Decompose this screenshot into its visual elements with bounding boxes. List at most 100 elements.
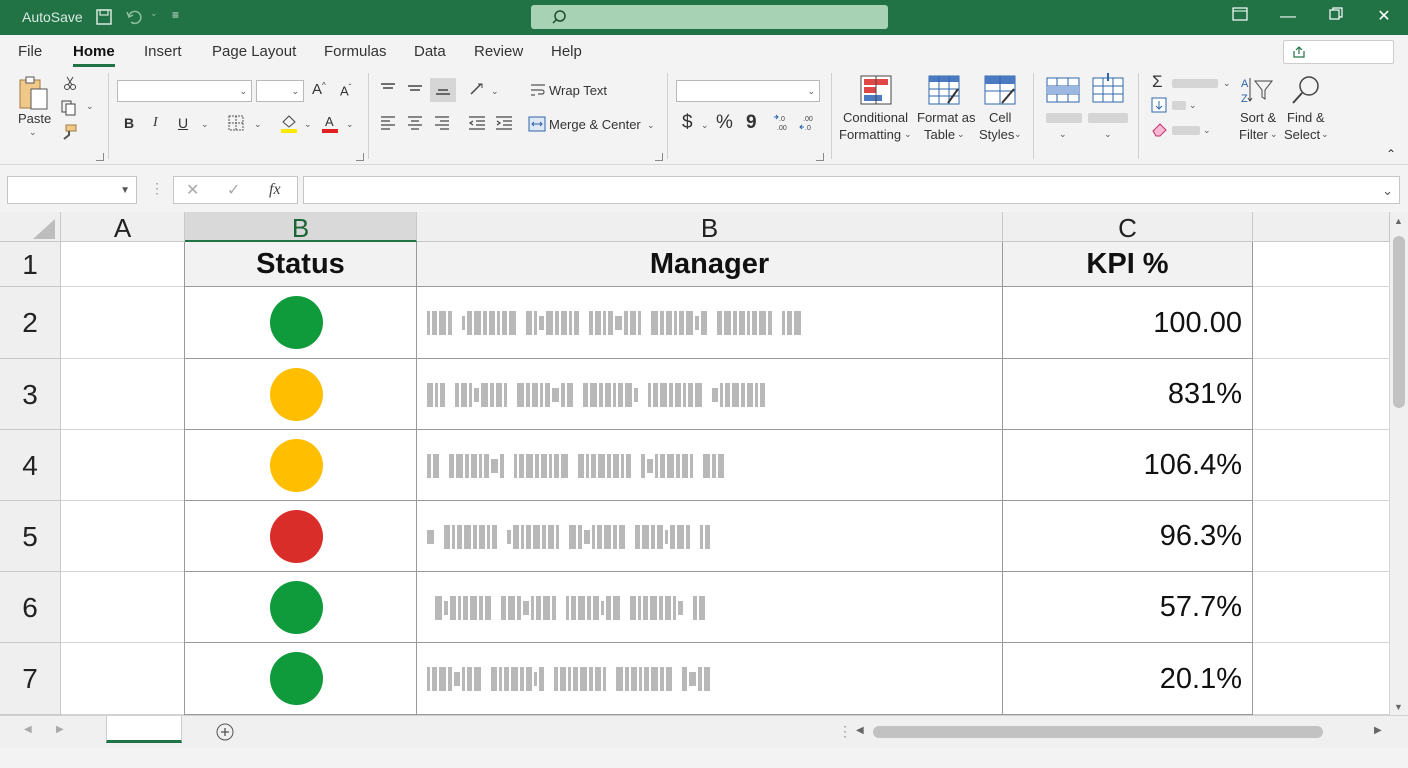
header-status[interactable]: Status bbox=[185, 242, 417, 287]
format-as-table-icon[interactable] bbox=[928, 75, 960, 105]
ribbon-display-icon[interactable] bbox=[1229, 6, 1251, 28]
borders-dropdown-icon[interactable]: ⌄ bbox=[254, 119, 262, 130]
tab-home[interactable]: Home bbox=[73, 43, 115, 60]
row-header-6[interactable]: 6 bbox=[0, 572, 61, 643]
status-cell[interactable] bbox=[185, 643, 417, 715]
cell-a7[interactable] bbox=[61, 643, 185, 715]
orientation-icon[interactable] bbox=[468, 80, 486, 98]
kpi-cell[interactable]: 96.3% bbox=[1003, 501, 1253, 572]
align-left-icon[interactable] bbox=[380, 115, 396, 131]
cell-a3[interactable] bbox=[61, 359, 185, 430]
find-select-dropdown-icon[interactable]: ⌄ bbox=[1321, 129, 1329, 140]
row-header-2[interactable]: 2 bbox=[0, 287, 61, 359]
autosave-label[interactable]: AutoSave bbox=[22, 9, 83, 25]
save-icon[interactable] bbox=[95, 8, 113, 26]
manager-cell[interactable] bbox=[417, 572, 1003, 643]
row-header-5[interactable]: 5 bbox=[0, 501, 61, 572]
fill-color-dropdown-icon[interactable]: ⌄ bbox=[304, 119, 312, 130]
font-size-select[interactable]: ⌄ bbox=[256, 80, 304, 102]
insert-dropdown-icon[interactable]: ⌄ bbox=[1059, 129, 1067, 140]
kpi-cell[interactable]: 20.1% bbox=[1003, 643, 1253, 715]
borders-icon[interactable] bbox=[228, 115, 244, 131]
cell-a1[interactable] bbox=[61, 242, 185, 287]
font-launcher-icon[interactable] bbox=[356, 153, 364, 161]
bold-button[interactable]: B bbox=[124, 115, 134, 131]
customize-toolbar-icon[interactable]: ≡ bbox=[172, 8, 190, 26]
merge-center-icon[interactable] bbox=[528, 116, 546, 132]
alignment-launcher-icon[interactable] bbox=[655, 153, 663, 161]
cell-d1[interactable] bbox=[1253, 242, 1390, 287]
kpi-cell[interactable]: 106.4% bbox=[1003, 430, 1253, 501]
autosum-label-redacted[interactable] bbox=[1172, 79, 1218, 88]
fill-color-icon[interactable] bbox=[280, 113, 298, 133]
find-select-icon[interactable] bbox=[1290, 75, 1322, 105]
cell-a6[interactable] bbox=[61, 572, 185, 643]
row-header-3[interactable]: 3 bbox=[0, 359, 61, 430]
clipboard-launcher-icon[interactable] bbox=[96, 153, 104, 161]
increase-indent-icon[interactable] bbox=[495, 115, 513, 131]
autosum-dropdown-icon[interactable]: ⌄ bbox=[1223, 78, 1231, 89]
cell-d2[interactable] bbox=[1253, 287, 1390, 359]
tab-splitter-icon[interactable]: ⋮ bbox=[838, 723, 852, 740]
cell-d3[interactable] bbox=[1253, 359, 1390, 430]
header-manager[interactable]: Manager bbox=[417, 242, 1003, 287]
delete-cells-label-redacted[interactable] bbox=[1088, 113, 1128, 123]
collapse-ribbon-icon[interactable]: ⌃ bbox=[1386, 147, 1396, 161]
paste-dropdown-icon[interactable]: ⌄ bbox=[29, 127, 37, 138]
wrap-text-icon[interactable] bbox=[530, 82, 546, 98]
cell-d4[interactable] bbox=[1253, 430, 1390, 501]
accounting-format-button[interactable]: $ bbox=[682, 112, 693, 134]
delete-cells-icon[interactable] bbox=[1092, 73, 1124, 103]
manager-cell[interactable] bbox=[417, 359, 1003, 430]
restore-button[interactable] bbox=[1325, 6, 1347, 28]
undo-icon[interactable] bbox=[125, 8, 143, 26]
paste-label[interactable]: Paste bbox=[18, 111, 51, 126]
copy-dropdown-icon[interactable]: ⌄ bbox=[86, 101, 94, 112]
cell-d5[interactable] bbox=[1253, 501, 1390, 572]
paste-icon[interactable] bbox=[17, 75, 51, 113]
sort-filter-label-1[interactable]: Sort & bbox=[1240, 110, 1276, 125]
name-box[interactable]: ▼ bbox=[7, 176, 137, 204]
underline-button[interactable]: U bbox=[178, 115, 188, 131]
decrease-indent-icon[interactable] bbox=[468, 115, 486, 131]
kpi-cell[interactable]: 57.7% bbox=[1003, 572, 1253, 643]
italic-button[interactable]: I bbox=[153, 115, 158, 131]
underline-dropdown-icon[interactable]: ⌄ bbox=[201, 119, 209, 130]
font-color-dropdown-icon[interactable]: ⌄ bbox=[346, 119, 354, 130]
tab-page-layout[interactable]: Page Layout bbox=[212, 43, 296, 60]
cut-icon[interactable] bbox=[62, 75, 78, 91]
align-bottom-button[interactable] bbox=[430, 78, 456, 102]
cell-styles-dropdown-icon[interactable]: ⌄ bbox=[1014, 129, 1022, 140]
decrease-decimal-icon[interactable]: .00.0 bbox=[799, 113, 819, 133]
increase-font-icon[interactable]: A^ bbox=[312, 81, 326, 98]
tab-insert[interactable]: Insert bbox=[144, 43, 182, 60]
status-cell[interactable] bbox=[185, 430, 417, 501]
scroll-up-icon[interactable]: ▲ bbox=[1394, 216, 1403, 226]
insert-function-button[interactable]: fx bbox=[269, 181, 281, 199]
add-sheet-icon[interactable] bbox=[216, 723, 234, 741]
tab-formulas[interactable]: Formulas bbox=[324, 43, 387, 60]
formula-input[interactable]: ⌄ bbox=[303, 176, 1400, 204]
fill-label-redacted[interactable] bbox=[1172, 101, 1186, 110]
manager-cell[interactable] bbox=[417, 287, 1003, 359]
vertical-scroll-thumb[interactable] bbox=[1393, 236, 1405, 408]
cell-styles-icon[interactable] bbox=[984, 75, 1016, 105]
insert-cells-icon[interactable] bbox=[1046, 77, 1080, 103]
conditional-formatting-dropdown-icon[interactable]: ⌄ bbox=[904, 129, 912, 140]
clear-label-redacted[interactable] bbox=[1172, 126, 1200, 135]
conditional-formatting-label-1[interactable]: Conditional bbox=[843, 110, 908, 125]
resize-handle-icon[interactable]: ⋮ bbox=[150, 180, 164, 197]
cell-d7[interactable] bbox=[1253, 643, 1390, 715]
sort-filter-icon[interactable]: AZ bbox=[1240, 75, 1274, 105]
search-box[interactable] bbox=[531, 5, 888, 29]
insert-cells-label-redacted[interactable] bbox=[1046, 113, 1082, 123]
fill-icon[interactable] bbox=[1151, 97, 1167, 113]
manager-cell[interactable] bbox=[417, 643, 1003, 715]
status-cell[interactable] bbox=[185, 572, 417, 643]
format-as-table-label-2[interactable]: Table bbox=[924, 127, 955, 142]
kpi-cell[interactable]: 831% bbox=[1003, 359, 1253, 430]
name-box-dropdown-icon[interactable]: ▼ bbox=[120, 185, 130, 196]
cell-a5[interactable] bbox=[61, 501, 185, 572]
delete-dropdown-icon[interactable]: ⌄ bbox=[1104, 129, 1112, 140]
minimize-button[interactable]: — bbox=[1277, 6, 1299, 28]
